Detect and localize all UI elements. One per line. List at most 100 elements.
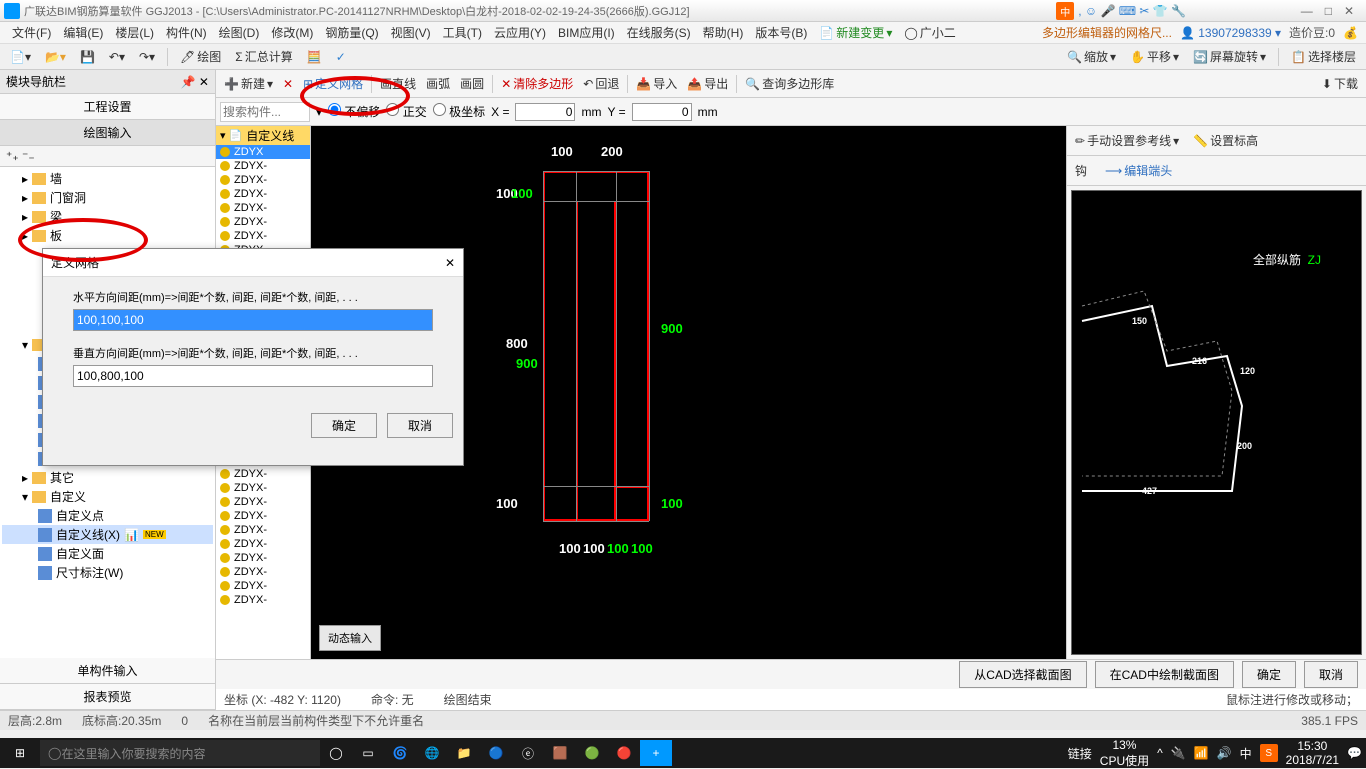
redo-icon[interactable]: ↷▾ [135, 48, 159, 66]
save-icon[interactable]: 💾 [76, 48, 99, 66]
ime-toolbar[interactable]: 中 , ☺ 🎤 ⌨ ✂ 👕 🔧 [1056, 2, 1186, 20]
set-bj-button[interactable]: 📏 设置标高 [1189, 130, 1262, 151]
ime-icon[interactable]: 中 [1056, 2, 1074, 20]
rotate-button[interactable]: 🔄 屏幕旋转 ▾ [1189, 46, 1270, 67]
account-label[interactable]: 👤 13907298339 ▾ [1180, 26, 1281, 40]
list-item[interactable]: ZDYX- [216, 159, 310, 173]
new-button[interactable]: ➕新建 ▾ [220, 73, 277, 94]
menu-cloud[interactable]: 云应用(Y) [490, 22, 550, 43]
x-input[interactable] [515, 103, 575, 121]
export-button[interactable]: 📤 导出 [683, 73, 732, 94]
v-spacing-input[interactable] [73, 365, 433, 387]
list-item[interactable]: ZDYX- [216, 593, 310, 607]
ok-button[interactable]: 确定 [1242, 661, 1296, 688]
dialog-ok-button[interactable]: 确定 [311, 413, 377, 438]
list-item[interactable]: ZDYX- [216, 173, 310, 187]
start-button[interactable]: ⊞ [4, 740, 36, 766]
taskview-icon[interactable]: ▭ [352, 740, 384, 766]
search-input[interactable] [220, 102, 310, 122]
calc-icon[interactable]: 🧮 [303, 48, 326, 66]
clock[interactable]: 15:302018/7/21 [1286, 739, 1339, 767]
menu-tool[interactable]: 工具(T) [439, 22, 486, 43]
h-spacing-input[interactable] [73, 309, 433, 331]
list-item[interactable]: ZDYX- [216, 551, 310, 565]
nooffset-radio[interactable]: 不偏移 [328, 103, 380, 120]
notification-icon[interactable]: 💬 [1347, 746, 1362, 760]
y-input[interactable] [632, 103, 692, 121]
new-icon[interactable]: 📄▾ [6, 48, 35, 66]
maximize-button[interactable]: □ [1325, 4, 1332, 18]
sogou-tray-icon[interactable]: S [1260, 744, 1278, 762]
close-button[interactable]: ✕ [1344, 4, 1354, 18]
tree-beam[interactable]: ▸ 梁 [2, 207, 213, 226]
ortho-radio[interactable]: 正交 [386, 103, 426, 120]
minimize-button[interactable]: — [1301, 4, 1313, 18]
list-item[interactable]: ZDYX [216, 145, 310, 159]
tab-dgj[interactable]: 单构件输入 [0, 658, 215, 684]
taskbar-search[interactable]: ◯ 在这里输入你要搜索的内容 [40, 740, 320, 766]
download-button[interactable]: ⬇ 下载 [1318, 73, 1362, 94]
ime-extra-icons[interactable]: , ☺ 🎤 ⌨ ✂ 👕 🔧 [1078, 4, 1186, 18]
menu-online[interactable]: 在线服务(S) [623, 22, 695, 43]
list-item[interactable]: ZDYX- [216, 579, 310, 593]
circle-button[interactable]: 画圆 [456, 73, 488, 94]
app5-icon[interactable]: 🔴 [608, 740, 640, 766]
draw-button[interactable]: 🖊 绘图 [176, 46, 225, 67]
cancel-button[interactable]: 取消 [1304, 661, 1358, 688]
wifi-icon[interactable]: 📶 [1194, 746, 1209, 760]
app4-icon[interactable]: 🟢 [576, 740, 608, 766]
menu-modify[interactable]: 修改(M) [267, 22, 317, 43]
menu-view[interactable]: 视图(V) [387, 22, 435, 43]
gou-button[interactable]: 钩 [1071, 160, 1091, 181]
tree-opening[interactable]: ▸ 门窗洞 [2, 188, 213, 207]
explorer-icon[interactable]: 📁 [448, 740, 480, 766]
undo-icon[interactable]: ↶▾ [105, 48, 129, 66]
list-item[interactable]: ZDYX- [216, 215, 310, 229]
check-icon[interactable]: ✓ [332, 48, 350, 66]
tree-zdym[interactable]: 自定义面 [2, 544, 213, 563]
list-item[interactable]: ZDYX- [216, 495, 310, 509]
tree-zdyd[interactable]: 自定义点 [2, 506, 213, 525]
windows-taskbar[interactable]: ⊞ ◯ 在这里输入你要搜索的内容 ◯ ▭ 🌀 🌐 📁 🔵 ⓔ 🟫 🟢 🔴 + 链… [0, 738, 1366, 768]
list-item[interactable]: ZDYX- [216, 201, 310, 215]
menu-help[interactable]: 帮助(H) [699, 22, 748, 43]
ie-icon[interactable]: ⓔ [512, 740, 544, 766]
app6-icon[interactable]: + [640, 740, 672, 766]
app3-icon[interactable]: 🟫 [544, 740, 576, 766]
menu-rebar[interactable]: 钢筋量(Q) [321, 22, 382, 43]
list-item[interactable]: ZDYX- [216, 481, 310, 495]
credits-icon[interactable]: 💰 [1343, 26, 1358, 40]
credits-label[interactable]: 造价豆:0 [1289, 24, 1335, 41]
tree-wall[interactable]: ▸ 墙 [2, 169, 213, 188]
list-item[interactable]: ZDYX- [216, 537, 310, 551]
cad-draw-button[interactable]: 在CAD中绘制截面图 [1095, 661, 1234, 688]
volume-icon[interactable]: 🔊 [1217, 746, 1232, 760]
dialog-titlebar[interactable]: 定义网格 ✕ [43, 249, 463, 277]
grid-button[interactable]: ⊞ 定义网格 [299, 73, 367, 94]
expand-icon[interactable]: ⁺₊ [6, 149, 19, 163]
arc-button[interactable]: 画弧 [422, 73, 454, 94]
sumcalc-button[interactable]: Σ 汇总计算 [231, 46, 296, 67]
section-canvas[interactable]: 全部纵筋 ZJ 150 216 120 200 427 [1071, 190, 1362, 655]
edge-icon[interactable]: 🌐 [416, 740, 448, 766]
list-item[interactable]: ZDYX- [216, 467, 310, 481]
tray-up-icon[interactable]: ^ [1157, 746, 1163, 760]
power-icon[interactable]: 🔌 [1171, 746, 1186, 760]
tab-htsr[interactable]: 绘图输入 [0, 120, 215, 146]
bjdt-button[interactable]: ⟶ 编辑端头 [1101, 160, 1176, 181]
menu-file[interactable]: 文件(F) [8, 22, 55, 43]
menu-floor[interactable]: 楼层(L) [111, 22, 158, 43]
back-button[interactable]: ↶ 回退 [579, 73, 623, 94]
pan-button[interactable]: ✋ 平移 ▾ [1126, 46, 1183, 67]
line-button[interactable]: 画直线 [376, 73, 420, 94]
menu-version[interactable]: 版本号(B) [751, 22, 811, 43]
app1-icon[interactable]: 🌀 [384, 740, 416, 766]
link-label[interactable]: 链接 [1068, 745, 1092, 762]
new-change-button[interactable]: 📄新建变更 ▾ [815, 22, 896, 43]
cad-select-button[interactable]: 从CAD选择截面图 [959, 661, 1086, 688]
dialog-close-icon[interactable]: ✕ [445, 256, 455, 270]
menu-draw[interactable]: 绘图(D) [215, 22, 264, 43]
query-button[interactable]: 🔍 查询多边形库 [741, 73, 838, 94]
clear-poly-button[interactable]: ✕ 清除多边形 [497, 73, 577, 94]
tree-custom[interactable]: ▾ 自定义 [2, 487, 213, 506]
